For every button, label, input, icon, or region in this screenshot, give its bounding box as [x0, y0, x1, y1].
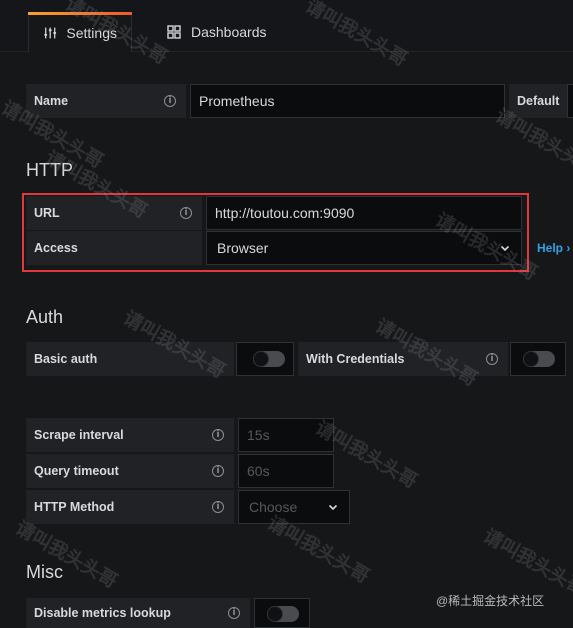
query-timeout-label-text: Query timeout — [34, 464, 119, 478]
name-label: Name i — [26, 84, 186, 118]
basic-auth-switch[interactable] — [253, 351, 285, 367]
basic-auth-toggle-box — [236, 342, 294, 376]
default-label-text: Default — [517, 94, 560, 108]
default-toggle-box[interactable] — [567, 84, 573, 118]
credit-text: @稀土掘金技术社区 — [436, 594, 545, 608]
query-timeout-label: Query timeout i — [26, 454, 234, 488]
basic-auth-label-text: Basic auth — [34, 352, 98, 366]
misc-section-title: Misc — [26, 562, 63, 582]
auth-section-title: Auth — [26, 307, 64, 327]
disable-metrics-switch[interactable] — [267, 606, 299, 622]
disable-metrics-label: Disable metrics lookup i — [26, 598, 250, 628]
info-icon[interactable]: i — [212, 501, 224, 513]
info-icon[interactable]: i — [212, 465, 224, 477]
name-input-value: Prometheus — [199, 93, 275, 109]
query-timeout-input[interactable]: 60s — [238, 454, 334, 488]
scrape-interval-placeholder: 15s — [247, 427, 270, 443]
name-input[interactable]: Prometheus — [190, 84, 505, 118]
help-link-label: Help — [537, 241, 564, 255]
info-icon[interactable]: i — [486, 353, 498, 365]
with-credentials-label-text: With Credentials — [306, 352, 405, 366]
watermark-text: 请叫我头头哥 — [479, 524, 573, 601]
name-label-text: Name — [34, 94, 69, 108]
info-icon[interactable]: i — [228, 607, 240, 619]
http-method-label-text: HTTP Method — [34, 500, 115, 514]
disable-metrics-label-text: Disable metrics lookup — [34, 606, 171, 620]
with-credentials-toggle-box — [510, 342, 566, 376]
chevron-down-icon — [328, 504, 338, 511]
info-icon[interactable]: i — [212, 429, 224, 441]
tab-dashboards-label: Dashboards — [191, 24, 267, 40]
scrape-interval-label: Scrape interval i — [26, 418, 234, 452]
query-timeout-placeholder: 60s — [247, 463, 270, 479]
help-link[interactable]: Help › — [537, 241, 570, 255]
sliders-icon — [44, 27, 57, 38]
with-credentials-switch[interactable] — [523, 351, 555, 367]
info-icon[interactable]: i — [164, 95, 176, 107]
scrape-interval-label-text: Scrape interval — [34, 428, 124, 442]
disable-metrics-toggle-box — [254, 598, 310, 628]
http-method-label: HTTP Method i — [26, 490, 234, 524]
dashboards-grid-icon — [167, 25, 181, 39]
